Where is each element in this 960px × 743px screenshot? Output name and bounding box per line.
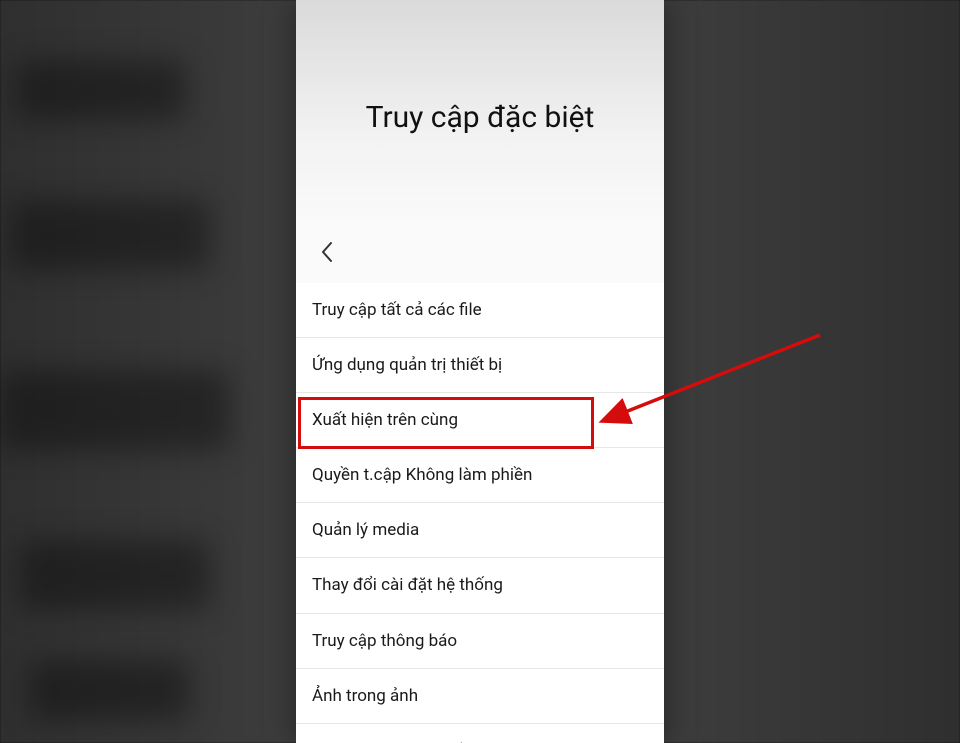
background-shape bbox=[0, 370, 230, 450]
list-item-appear-on-top[interactable]: Xuất hiện trên cùng bbox=[296, 393, 664, 448]
header-area: Truy cập đặc biệt bbox=[296, 0, 664, 225]
background-shape bbox=[30, 660, 190, 720]
list-item[interactable]: Quản lý media bbox=[296, 503, 664, 558]
list-item-label: Ảnh trong ảnh bbox=[312, 686, 418, 706]
back-row bbox=[296, 225, 664, 283]
background-shape bbox=[16, 60, 186, 120]
list-item[interactable]: Dùng dịch vụ tin nhắn SMS premium bbox=[296, 724, 664, 743]
list-item[interactable]: Ứng dụng quản trị thiết bị bbox=[296, 338, 664, 393]
list-item-label: Ứng dụng quản trị thiết bị bbox=[312, 355, 502, 375]
list-item-label: Quản lý media bbox=[312, 520, 419, 540]
list-item[interactable]: Truy cập tất cả các file bbox=[296, 283, 664, 338]
back-icon[interactable] bbox=[310, 235, 344, 274]
stage: Truy cập đặc biệt Truy cập tất cả các fi… bbox=[0, 0, 960, 743]
list-item[interactable]: Truy cập thông báo bbox=[296, 614, 664, 669]
list-item-label: Truy cập tất cả các file bbox=[312, 300, 482, 320]
settings-list: Truy cập tất cả các file Ứng dụng quản t… bbox=[296, 283, 664, 743]
phone-screen: Truy cập đặc biệt Truy cập tất cả các fi… bbox=[296, 0, 664, 743]
list-item[interactable]: Quyền t.cập Không làm phiền bbox=[296, 448, 664, 503]
list-item-label: Xuất hiện trên cùng bbox=[312, 410, 458, 430]
list-item-label: Truy cập thông báo bbox=[312, 631, 457, 651]
list-item[interactable]: Thay đổi cài đặt hệ thống bbox=[296, 558, 664, 613]
page-title: Truy cập đặc biệt bbox=[366, 100, 595, 135]
list-item[interactable]: Ảnh trong ảnh bbox=[296, 669, 664, 724]
list-item-label: Thay đổi cài đặt hệ thống bbox=[312, 575, 503, 595]
background-shape bbox=[10, 200, 210, 270]
list-item-label: Quyền t.cập Không làm phiền bbox=[312, 465, 532, 485]
background-shape bbox=[20, 540, 210, 610]
